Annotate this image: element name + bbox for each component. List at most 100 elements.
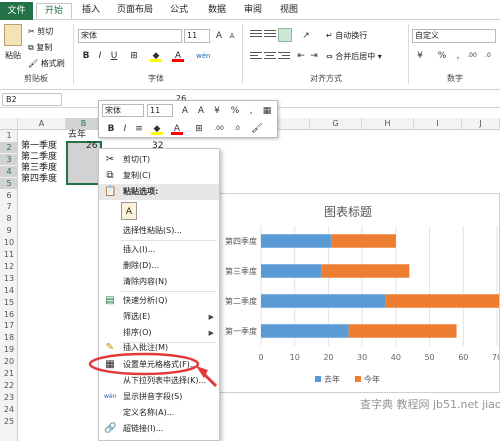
increase-indent-icon[interactable]: ⇥ — [308, 50, 320, 62]
menu-item-paste-special[interactable]: 选择性粘贴(S)... — [99, 223, 219, 239]
menu-item-copy[interactable]: ⧉ 复制(C) — [99, 168, 219, 184]
mini-currency-icon[interactable]: ¥ — [211, 105, 223, 117]
align-right-icon[interactable] — [278, 52, 290, 62]
number-format-select[interactable]: 自定义 — [412, 29, 496, 43]
mini-font-size-select[interactable]: 11 — [147, 104, 173, 117]
menu-item-clear[interactable]: 清除内容(N) — [99, 274, 219, 290]
mini-decrease-decimal-icon[interactable]: .0 — [231, 123, 243, 135]
percent-icon[interactable]: % — [436, 50, 448, 62]
underline-icon[interactable]: U — [108, 50, 120, 62]
row-header[interactable]: 9 — [0, 225, 18, 236]
mini-italic-icon[interactable]: I — [119, 123, 131, 135]
mini-shrink-font-icon[interactable]: A — [195, 105, 207, 117]
format-painter-button[interactable]: 🖌 格式刷 — [28, 58, 65, 69]
mini-fill-color-icon[interactable]: ◆ — [151, 123, 163, 135]
row-header[interactable]: 15 — [0, 297, 18, 308]
tab-view[interactable]: 视图 — [276, 3, 302, 19]
column-header[interactable]: I — [414, 118, 462, 130]
mini-bold-icon[interactable]: B — [105, 123, 117, 135]
menu-item-filter[interactable]: 筛选(E) ▶ — [99, 309, 219, 325]
mini-grow-font-icon[interactable]: A — [179, 105, 191, 117]
font-color-icon[interactable]: A — [172, 50, 184, 62]
row-header[interactable]: 4 — [0, 165, 18, 177]
cell-a3[interactable]: 第二季度 — [21, 152, 57, 163]
mini-comma-icon[interactable]: , — [245, 105, 257, 117]
row-header[interactable]: 7 — [0, 201, 18, 212]
row-header[interactable]: 22 — [0, 380, 18, 391]
row-header[interactable]: 17 — [0, 320, 18, 331]
select-all-corner[interactable] — [0, 118, 18, 130]
menu-item-delete[interactable]: 删除(D)... — [99, 258, 219, 274]
decrease-indent-icon[interactable]: ⇤ — [295, 50, 307, 62]
align-center-icon[interactable] — [264, 52, 276, 62]
orientation-icon[interactable]: ↗ — [300, 30, 312, 42]
align-bottom-icon[interactable] — [278, 28, 292, 42]
menu-item-insert[interactable]: 插入(I)... — [99, 242, 219, 258]
border-icon[interactable]: ⊞ — [128, 50, 140, 62]
row-header[interactable]: 16 — [0, 309, 18, 320]
row-header[interactable]: 25 — [0, 416, 18, 427]
mini-align-icon[interactable]: ≡ — [133, 123, 145, 135]
currency-icon[interactable]: ¥ — [414, 50, 426, 62]
menu-item-sort[interactable]: 排序(O) ▶ — [99, 325, 219, 341]
mini-font-color-icon[interactable]: A — [171, 123, 183, 135]
align-left-icon[interactable] — [250, 52, 262, 62]
tab-data[interactable]: 数据 — [204, 3, 230, 19]
paste-icon[interactable] — [4, 24, 22, 46]
tab-home[interactable]: 开始 — [36, 3, 72, 19]
bold-icon[interactable]: B — [80, 50, 92, 62]
shrink-font-icon[interactable]: A — [226, 30, 238, 42]
cut-button[interactable]: ✂ 剪切 — [28, 26, 53, 37]
menu-item-quick-analysis[interactable]: ▤ 快速分析(Q) — [99, 293, 219, 309]
cell-a4[interactable]: 第三季度 — [21, 163, 57, 174]
column-header[interactable]: B — [66, 118, 102, 130]
align-top-icon[interactable] — [250, 30, 262, 40]
column-header[interactable]: G — [310, 118, 362, 130]
row-header[interactable]: 18 — [0, 332, 18, 343]
row-header[interactable]: 8 — [0, 213, 18, 224]
column-header[interactable]: J — [462, 118, 500, 130]
row-header[interactable]: 10 — [0, 237, 18, 248]
paste-option-icon[interactable]: A — [121, 202, 137, 220]
mini-border-icon[interactable]: ⊞ — [193, 123, 205, 135]
row-header[interactable]: 12 — [0, 261, 18, 272]
font-size-select[interactable]: 11 — [184, 29, 210, 43]
row-header[interactable]: 14 — [0, 285, 18, 296]
wrap-text-button[interactable]: ↵ 自动换行 — [326, 30, 367, 41]
row-header[interactable]: 6 — [0, 190, 18, 201]
merge-center-button[interactable]: ⇔ 合并后居中 ▾ — [326, 51, 382, 62]
menu-item-phonetic[interactable]: wén 显示拼音字段(S) — [99, 389, 219, 405]
cell-b2[interactable]: 26 — [86, 141, 97, 152]
phonetic-icon[interactable]: wén — [196, 50, 210, 62]
row-header[interactable]: 21 — [0, 368, 18, 379]
name-box[interactable]: B2 — [2, 93, 62, 106]
comma-icon[interactable]: , — [452, 50, 464, 62]
menu-item-cut[interactable]: ✂ 剪切(T) — [99, 152, 219, 168]
copy-button[interactable]: ⧉ 复制 — [28, 42, 52, 53]
menu-item-define-name[interactable]: 定义名称(A)... — [99, 405, 219, 421]
row-header[interactable]: 1 — [0, 130, 18, 141]
paste-button[interactable]: 粘贴 — [5, 50, 21, 61]
row-header[interactable]: 11 — [0, 249, 18, 260]
fill-color-icon[interactable]: ◆ — [150, 50, 162, 62]
column-header[interactable]: H — [362, 118, 414, 130]
tab-file[interactable]: 文件 — [0, 2, 33, 20]
chart-area[interactable]: 图表标题 0 10 20 30 40 50 60 70 第一季度 第二季度 第三季度 第四季度去年 今年 — [196, 193, 500, 393]
tab-page-layout[interactable]: 页面布局 — [112, 3, 158, 19]
grow-font-icon[interactable]: A — [213, 30, 225, 42]
italic-icon[interactable]: I — [94, 50, 106, 62]
mini-font-name-select[interactable]: 宋体 — [102, 104, 144, 117]
row-header[interactable]: 20 — [0, 356, 18, 367]
mini-increase-decimal-icon[interactable]: .00 — [213, 123, 225, 135]
tab-review[interactable]: 审阅 — [240, 3, 266, 19]
tab-insert[interactable]: 插入 — [78, 3, 104, 19]
row-header[interactable]: 19 — [0, 344, 18, 355]
decrease-decimal-icon[interactable]: .0 — [482, 50, 494, 62]
menu-item-hyperlink[interactable]: 🔗 超链接(I)... — [99, 421, 219, 437]
column-header[interactable]: A — [18, 118, 66, 130]
row-header[interactable]: 5 — [0, 177, 18, 189]
row-header[interactable]: 13 — [0, 273, 18, 284]
mini-table-icon[interactable]: ▦ — [261, 105, 273, 117]
row-header[interactable]: 24 — [0, 404, 18, 415]
cell-b1[interactable]: 去年 — [68, 130, 86, 141]
